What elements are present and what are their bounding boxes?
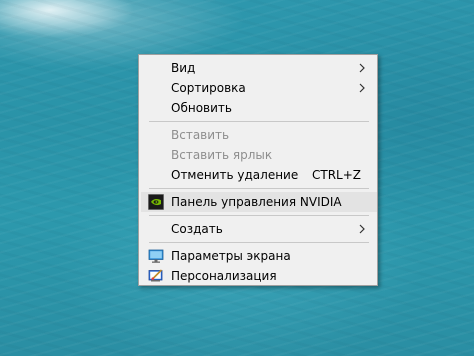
menu-item-label: Параметры экрана — [171, 249, 291, 263]
menu-item-label: Сортировка — [171, 81, 246, 95]
menu-item-label: Вид — [171, 61, 196, 75]
menu-item-label: Персонализация — [171, 269, 277, 283]
menu-separator — [149, 242, 369, 243]
menu-item-refresh[interactable]: Обновить — [141, 98, 377, 118]
desktop-context-menu: Вид Сортировка Обновить Вставить Вставит… — [138, 54, 378, 286]
menu-separator — [149, 188, 369, 189]
menu-item-label: Панель управления NVIDIA — [171, 195, 342, 209]
menu-item-view[interactable]: Вид — [141, 58, 377, 78]
menu-item-paste: Вставить — [141, 125, 377, 145]
chevron-right-icon — [359, 224, 365, 234]
menu-item-new[interactable]: Создать — [141, 219, 377, 239]
display-settings-icon — [148, 249, 164, 263]
chevron-right-icon — [359, 83, 365, 93]
menu-item-personalization[interactable]: Персонализация — [141, 266, 377, 286]
menu-item-label: Создать — [171, 222, 223, 236]
menu-item-nvidia-control-panel[interactable]: Панель управления NVIDIA — [141, 192, 377, 212]
menu-item-label: Вставить — [171, 128, 230, 142]
desktop-background[interactable]: Вид Сортировка Обновить Вставить Вставит… — [0, 0, 474, 356]
nvidia-icon — [148, 194, 164, 210]
menu-separator — [149, 121, 369, 122]
chevron-right-icon — [359, 63, 365, 73]
menu-item-sort[interactable]: Сортировка — [141, 78, 377, 98]
menu-separator — [149, 215, 369, 216]
menu-item-display-settings[interactable]: Параметры экрана — [141, 246, 377, 266]
menu-item-paste-shortcut: Вставить ярлык — [141, 145, 377, 165]
menu-item-label: Обновить — [171, 101, 232, 115]
menu-item-undo-delete[interactable]: Отменить удаление CTRL+Z — [141, 165, 377, 185]
menu-item-shortcut: CTRL+Z — [311, 168, 361, 182]
personalization-icon — [148, 269, 163, 282]
menu-item-label: Отменить удаление — [171, 168, 299, 182]
menu-item-label: Вставить ярлык — [171, 148, 273, 162]
